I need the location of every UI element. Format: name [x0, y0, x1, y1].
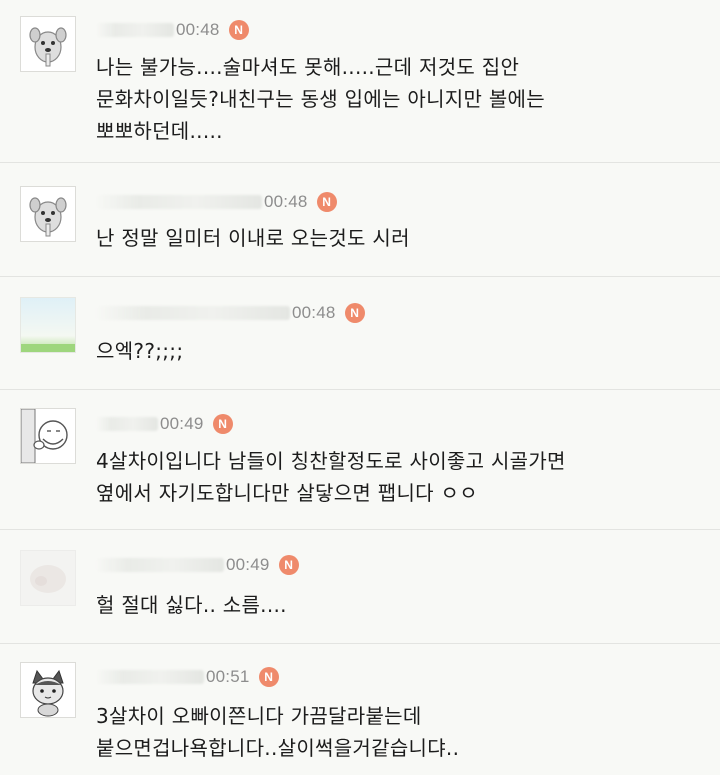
comment-line: 난 정말 일미터 이내로 오는것도 시러 [96, 226, 410, 250]
comment-time: 00:49 [160, 414, 204, 433]
comment-meta: 00:48 N [96, 191, 337, 213]
landscape-photo-avatar[interactable] [20, 297, 76, 353]
comment-text: 3살차이 오빠이쯘니다 가끔달라붙는데 붙으면겁나욕합니다..살이썩을거같습니댜… [96, 700, 696, 764]
comment-meta: 00:51 N [96, 666, 279, 688]
new-badge: N [258, 667, 279, 687]
dog-avatar[interactable] [20, 16, 76, 72]
dog-avatar[interactable] [20, 186, 76, 242]
nickname-blurred[interactable] [96, 670, 204, 684]
comment-line: 3살차이 오빠이쯘니다 가끔달라붙는데 [96, 704, 422, 728]
comment-time: 00:48 [292, 303, 336, 322]
comment-line: 붙으면겁나욕합니다..살이썩을거같습니댜.. [96, 736, 460, 760]
comment-text: 4살차이입니다 남들이 칭찬할정도로 사이좋고 시골가면 옆에서 자기도합니다만… [96, 445, 696, 509]
comment-meta: 00:48 N [96, 302, 365, 324]
peeking-character-avatar[interactable] [20, 408, 76, 464]
comment-line: 옆에서 자기도합니다만 살닿으면 팹니다 ㅇㅇ [96, 481, 478, 505]
new-badge: N [212, 414, 233, 434]
nickname-blurred[interactable] [96, 306, 290, 320]
new-badge: N [344, 303, 365, 323]
comment-meta: 00:48 N [96, 19, 249, 41]
comment-text: 헐 절대 싫다.. 소름.... [96, 589, 696, 621]
comment-text: 난 정말 일미터 이내로 오는것도 시러 [96, 222, 696, 254]
nickname-blurred[interactable] [96, 558, 224, 572]
comment-line: 나는 불가능....술마셔도 못해.....근데 저것도 집안 [96, 55, 520, 79]
blurred-photo-avatar[interactable] [20, 550, 76, 606]
cat-avatar[interactable] [20, 662, 76, 718]
comment-item: 00:48 N 으엑??;;;; [0, 277, 720, 390]
comment-item: 00:51 N 3살차이 오빠이쯘니다 가끔달라붙는데 붙으면겁나욕합니다..살… [0, 644, 720, 775]
new-badge: N [278, 555, 299, 575]
comment-time: 00:48 [176, 20, 220, 39]
comment-time: 00:49 [226, 555, 270, 574]
comment-line: 뽀뽀하던데..... [96, 119, 223, 143]
comment-line: 으엑??;;;; [96, 339, 184, 363]
comment-line: 4살차이입니다 남들이 칭찬할정도로 사이좋고 시골가면 [96, 449, 566, 473]
comment-item: 00:48 N 나는 불가능....술마셔도 못해.....근데 저것도 집안 … [0, 0, 720, 163]
comment-text: 으엑??;;;; [96, 335, 696, 367]
comment-meta: 00:49 N [96, 413, 233, 435]
new-badge: N [316, 192, 337, 212]
comment-text: 나는 불가능....술마셔도 못해.....근데 저것도 집안 문화차이일듯?내… [96, 51, 696, 147]
comment-time: 00:48 [264, 192, 308, 211]
comment-meta: 00:49 N [96, 554, 299, 576]
comment-item: 00:49 N 4살차이입니다 남들이 칭찬할정도로 사이좋고 시골가면 옆에서… [0, 390, 720, 530]
comment-item: 00:49 N 헐 절대 싫다.. 소름.... [0, 530, 720, 644]
comment-item: 00:48 N 난 정말 일미터 이내로 오는것도 시러 [0, 163, 720, 277]
nickname-blurred[interactable] [96, 23, 174, 37]
comment-line: 문화차이일듯?내친구는 동생 입에는 아니지만 볼에는 [96, 87, 545, 111]
comment-line: 헐 절대 싫다.. 소름.... [96, 593, 287, 617]
comment-time: 00:51 [206, 667, 250, 686]
new-badge: N [228, 20, 249, 40]
nickname-blurred[interactable] [96, 195, 262, 209]
nickname-blurred[interactable] [96, 417, 158, 431]
